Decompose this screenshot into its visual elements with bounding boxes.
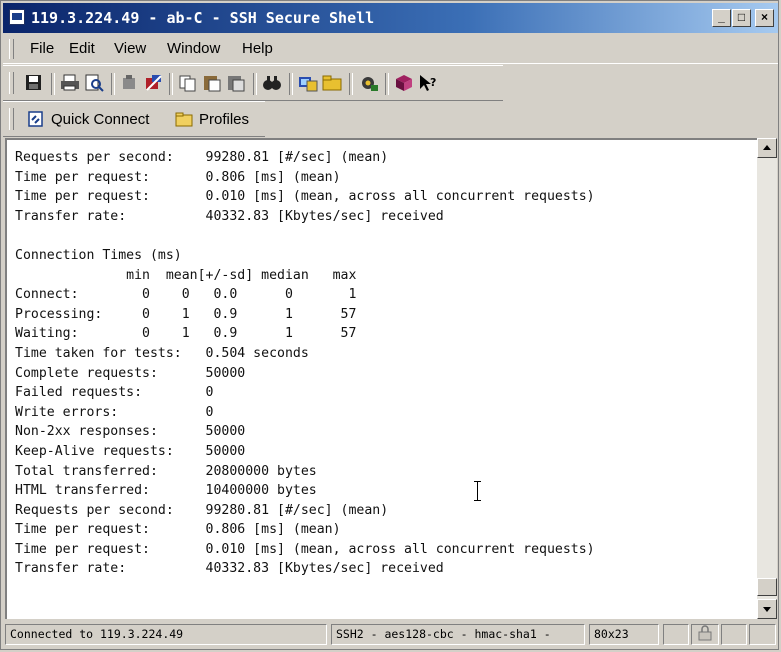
terminal-line: Transfer rate: 40332.83 [Kbytes/sec] rec…: [15, 208, 444, 224]
status-bar: Connected to 119.3.224.49 SSH2 - aes128-…: [3, 623, 778, 647]
scroll-down-button[interactable]: [757, 599, 777, 619]
menu-edit[interactable]: Edit: [69, 40, 95, 57]
terminal-line: Keep-Alive requests: 50000: [15, 443, 246, 459]
menu-help[interactable]: Help: [242, 40, 273, 57]
status-terminal-size: 80x23: [589, 624, 659, 645]
maximize-button[interactable]: □: [732, 9, 751, 27]
toolbar-separator: [385, 73, 389, 95]
quick-connect-bar: Quick Connect Profiles: [3, 101, 265, 137]
profiles-label: Profiles: [199, 110, 250, 128]
profiles-button[interactable]: Profiles: [175, 109, 249, 129]
quick-connect-label: Quick Connect: [51, 110, 150, 128]
new-session-icon[interactable]: [297, 73, 319, 93]
terminal-line: Write errors: 0: [15, 404, 214, 420]
terminal-line: Non-2xx responses: 50000: [15, 424, 246, 440]
toolbar-separator: [111, 73, 115, 95]
menu-bar: File Edit View Window Help: [3, 35, 778, 64]
status-connection: Connected to 119.3.224.49: [5, 624, 327, 645]
terminal-line: Failed requests: 0: [15, 385, 214, 401]
quickbar-grip[interactable]: [9, 108, 14, 130]
text-cursor-icon: [473, 481, 483, 501]
terminal-line: HTML transferred: 10400000 bytes: [15, 483, 317, 499]
status-lock-icon: [691, 624, 719, 645]
scroll-thumb[interactable]: [757, 578, 777, 596]
toolbar: ?: [3, 65, 503, 101]
toolbar-separator: [169, 73, 173, 95]
window-title: 119.3.224.49 - ab-C - SSH Secure Shell: [31, 9, 375, 27]
scroll-down-arrow-icon: [763, 607, 771, 612]
vertical-scrollbar[interactable]: [757, 138, 777, 619]
folder-icon: [175, 111, 193, 127]
toolbar-grip[interactable]: [9, 72, 14, 94]
status-cipher: SSH2 - aes128-cbc - hmac-sha1 -: [331, 624, 585, 645]
terminal-line: Processing: 0 1 0.9 1 57: [15, 306, 357, 322]
terminal-line: min mean[+/-sd] median max: [15, 267, 357, 283]
status-empty-panel: [663, 624, 689, 645]
terminal-line: Requests per second: 99280.81 [#/sec] (m…: [15, 502, 389, 518]
terminal-area[interactable]: Requests per second: 99280.81 [#/sec] (m…: [5, 138, 757, 619]
help-book-icon[interactable]: [393, 73, 415, 93]
menu-file[interactable]: File: [30, 40, 54, 57]
terminal-line: Waiting: 0 1 0.9 1 57: [15, 326, 357, 342]
ssh-app-icon[interactable]: [9, 9, 25, 25]
paste-special-icon[interactable]: [225, 73, 247, 93]
terminal-line: Time per request: 0.010 [ms] (mean, acro…: [15, 541, 595, 557]
close-button[interactable]: ×: [755, 9, 774, 27]
toolbar-separator: [51, 73, 55, 95]
terminal-line: Total transferred: 20800000 bytes: [15, 463, 317, 479]
ssh-window: 119.3.224.49 - ab-C - SSH Secure Shell _…: [0, 0, 779, 650]
terminal-line: Requests per second: 99280.81 [#/sec] (m…: [15, 150, 389, 165]
menu-window[interactable]: Window: [167, 40, 220, 57]
toolbar-separator: [253, 73, 257, 95]
resize-grip-icon[interactable]: [749, 624, 776, 645]
menu-grip[interactable]: [9, 39, 14, 59]
print-icon[interactable]: [59, 73, 81, 93]
find-icon[interactable]: [261, 73, 283, 93]
terminal-output: Requests per second: 99280.81 [#/sec] (m…: [15, 148, 595, 579]
terminal-line: Time per request: 0.010 [ms] (mean, acro…: [15, 189, 595, 205]
terminal-line: Time per request: 0.806 [ms] (mean): [15, 522, 341, 538]
save-icon[interactable]: [23, 73, 45, 93]
quick-connect-button[interactable]: Quick Connect: [27, 109, 149, 129]
open-folder-icon[interactable]: [321, 73, 343, 93]
status-empty-panel: [721, 624, 747, 645]
minimize-button[interactable]: _: [712, 9, 731, 27]
terminal-line: Connection Times (ms): [15, 247, 182, 263]
toolbar-separator: [349, 73, 353, 95]
terminal-line: Time per request: 0.806 [ms] (mean): [15, 169, 341, 185]
toolbar-separator: [289, 73, 293, 95]
quick-connect-icon: [27, 111, 45, 127]
reconnect-icon[interactable]: [143, 73, 165, 93]
disconnect-icon[interactable]: [119, 73, 141, 93]
terminal-line: Transfer rate: 40332.83 [Kbytes/sec] rec…: [15, 561, 444, 577]
paste-icon[interactable]: [201, 73, 223, 93]
copy-icon[interactable]: [177, 73, 199, 93]
scroll-up-arrow-icon: [763, 145, 771, 150]
settings-icon[interactable]: [357, 73, 379, 93]
print-preview-icon[interactable]: [83, 73, 105, 93]
svg-text:?: ?: [430, 76, 436, 89]
whats-this-icon[interactable]: ?: [417, 73, 439, 93]
title-bar[interactable]: 119.3.224.49 - ab-C - SSH Secure Shell _…: [3, 3, 778, 33]
menu-view[interactable]: View: [114, 40, 146, 57]
terminal-line: Time taken for tests: 0.504 seconds: [15, 345, 309, 361]
scroll-up-button[interactable]: [757, 138, 777, 158]
terminal-line: Connect: 0 0 0.0 0 1: [15, 287, 357, 303]
terminal-line: Complete requests: 50000: [15, 365, 246, 381]
